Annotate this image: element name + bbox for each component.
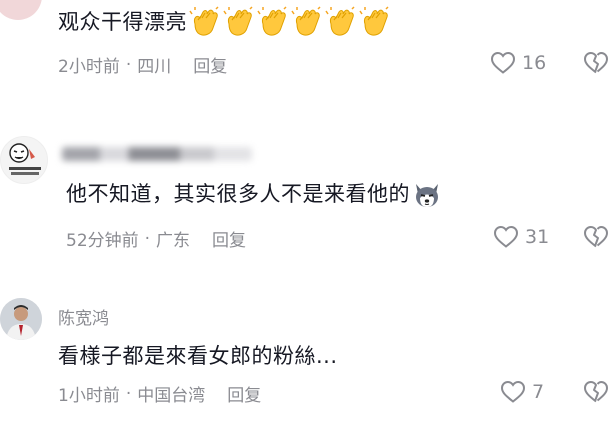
comment-location: 中国台湾	[137, 386, 206, 406]
broken-heart-icon[interactable]	[583, 51, 609, 75]
reply-button[interactable]: 回复	[193, 52, 227, 77]
separator-dot: ·	[125, 383, 132, 404]
avatar[interactable]	[0, 136, 48, 184]
avatar[interactable]	[0, 0, 42, 20]
like-count: 16	[522, 52, 547, 74]
like-button[interactable]: 31	[493, 225, 549, 249]
comment-location: 四川	[137, 57, 172, 77]
comment-location: 广东	[156, 231, 191, 251]
meme-face-icon	[9, 143, 41, 175]
clapping-hands-icon	[189, 6, 219, 36]
separator-dot: ·	[125, 54, 132, 75]
reply-button[interactable]: 回复	[212, 226, 246, 251]
clapping-hands-emoji-row	[189, 6, 393, 40]
wolf-dog-emoji-icon	[416, 184, 438, 207]
comment-text: 观众干得漂亮	[58, 6, 393, 40]
avatar[interactable]	[0, 298, 42, 340]
broken-heart-icon[interactable]	[583, 225, 609, 249]
comment-time: 52分钟前	[66, 231, 139, 251]
clapping-hands-icon	[291, 6, 321, 36]
broken-heart-icon[interactable]	[583, 380, 609, 404]
like-count: 7	[532, 381, 545, 403]
clapping-hands-icon	[257, 6, 287, 36]
reply-button[interactable]: 回复	[227, 381, 261, 406]
comment-time: 1小时前	[58, 386, 120, 406]
heart-icon	[500, 380, 526, 403]
comment-text: 他不知道，其实很多人不是来看他的	[66, 178, 442, 210]
username-blurred[interactable]	[62, 146, 252, 166]
comment-meta: 1小时前 · 中国台湾 回复	[58, 381, 261, 407]
like-button[interactable]: 16	[490, 51, 546, 75]
comment-meta: 52分钟前 · 广东 回复	[66, 226, 246, 252]
like-count: 31	[525, 226, 550, 248]
clapping-hands-icon	[325, 6, 355, 36]
separator-dot: ·	[144, 228, 151, 249]
like-button[interactable]: 7	[500, 380, 544, 404]
heart-icon	[490, 51, 516, 74]
heart-icon	[493, 225, 519, 248]
comment-meta: 2小时前 · 四川 回复	[58, 52, 227, 78]
clapping-hands-icon	[359, 6, 389, 36]
comment-text: 看様子都是來看女郎的粉絲...	[58, 344, 338, 368]
clapping-hands-icon	[223, 6, 253, 36]
username[interactable]: 陈宽鸿	[58, 304, 109, 329]
comment-time: 2小时前	[58, 57, 120, 77]
person-photo-icon	[0, 298, 42, 340]
